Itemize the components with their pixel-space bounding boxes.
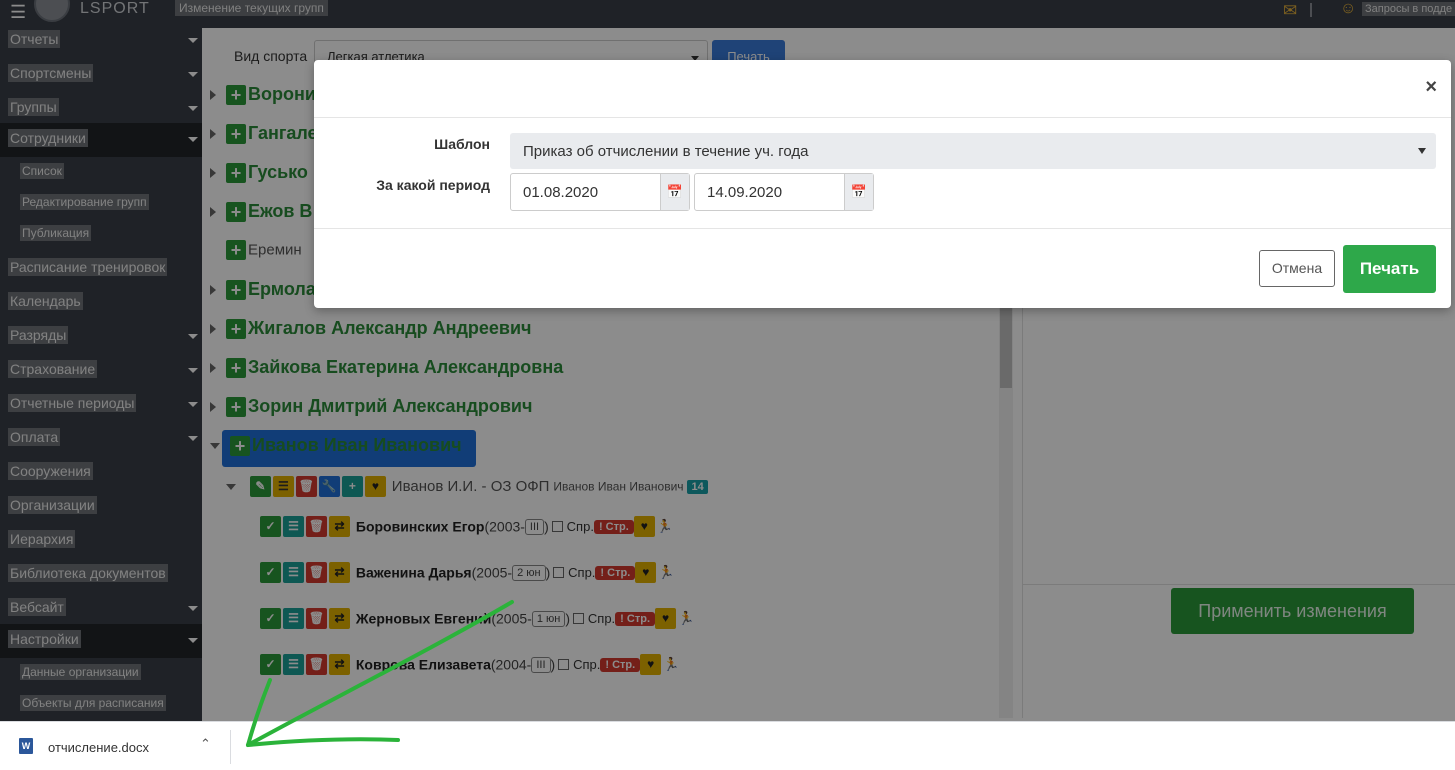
print-modal: × Шаблон Приказ об отчислении в течение … xyxy=(314,60,1451,308)
divider xyxy=(230,730,231,764)
word-document-icon: W xyxy=(19,738,33,754)
template-select-value: Приказ об отчислении в течение уч. года xyxy=(523,143,809,160)
download-bar: W отчисление.docx ⌃ xyxy=(0,721,1455,770)
chevron-down-icon xyxy=(1418,148,1426,154)
calendar-icon[interactable]: 📅 xyxy=(660,174,689,210)
download-file-name[interactable]: отчисление.docx xyxy=(48,740,149,755)
cancel-button[interactable]: Отмена xyxy=(1259,250,1335,287)
date-from-field[interactable]: 01.08.2020 📅 xyxy=(510,173,690,211)
template-label: Шаблон xyxy=(434,136,490,152)
modal-header: × xyxy=(314,60,1451,118)
template-select[interactable]: Приказ об отчислении в течение уч. года xyxy=(510,133,1436,169)
date-from-value: 01.08.2020 xyxy=(523,184,599,201)
date-to-field[interactable]: 14.09.2020 📅 xyxy=(694,173,874,211)
calendar-icon[interactable]: 📅 xyxy=(844,174,873,210)
chevron-up-icon[interactable]: ⌃ xyxy=(200,736,211,752)
print-submit-button[interactable]: Печать xyxy=(1343,245,1436,293)
period-label: За какой период xyxy=(376,177,490,193)
close-icon[interactable]: × xyxy=(1425,76,1437,99)
date-to-value: 14.09.2020 xyxy=(707,184,783,201)
divider xyxy=(314,228,1451,229)
